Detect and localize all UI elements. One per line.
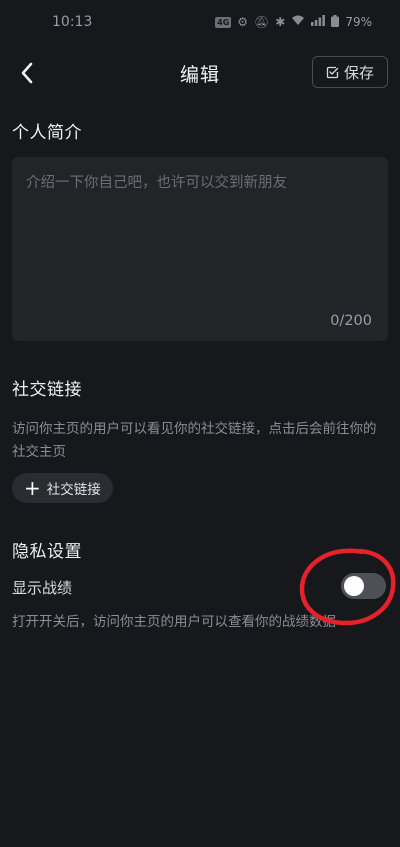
gear-icon: ⚙: [237, 15, 249, 29]
show-record-hint: 打开开关后，访问你主页的用户可以查看你的战绩数据: [12, 614, 336, 630]
status-time: 10:13: [52, 14, 93, 30]
show-record-toggle[interactable]: [341, 573, 386, 599]
network-badge: 4G: [215, 16, 232, 28]
save-button-label: 保存: [343, 63, 374, 82]
bio-section-title: 个人简介: [12, 123, 82, 143]
bio-textarea[interactable]: [26, 171, 366, 311]
social-section-title: 社交链接: [12, 380, 82, 400]
privacy-section-title: 隐私设置: [12, 542, 82, 562]
status-bar: 10:13 4G ⚙ 🔕︎ ✱ 79%: [0, 0, 400, 44]
show-record-label: 显示战绩: [12, 579, 73, 597]
battery-icon: [331, 14, 340, 30]
plus-icon: +: [24, 475, 41, 500]
mute-icon: 🔕︎: [254, 15, 270, 29]
signal-icon: [311, 15, 326, 29]
edit-check-icon: [326, 66, 339, 78]
toggle-knob: [344, 576, 364, 596]
top-nav-bar: 编辑 保存: [0, 46, 400, 100]
add-social-link-label: 社交链接: [46, 482, 101, 498]
wifi-icon: [291, 15, 305, 29]
add-social-link-button[interactable]: + 社交链接: [12, 473, 113, 503]
status-icons: 4G ⚙ 🔕︎ ✱ 79%: [215, 14, 372, 30]
social-description: 访问你主页的用户可以看见你的社交链接，点击后会前往你的社交主页: [12, 421, 377, 460]
bio-input-panel: 0/200: [12, 157, 388, 341]
battery-level: 79%: [345, 15, 372, 29]
bluetooth-icon: ✱: [275, 15, 286, 29]
save-button[interactable]: 保存: [312, 56, 388, 88]
bio-char-counter: 0/200: [330, 313, 372, 329]
